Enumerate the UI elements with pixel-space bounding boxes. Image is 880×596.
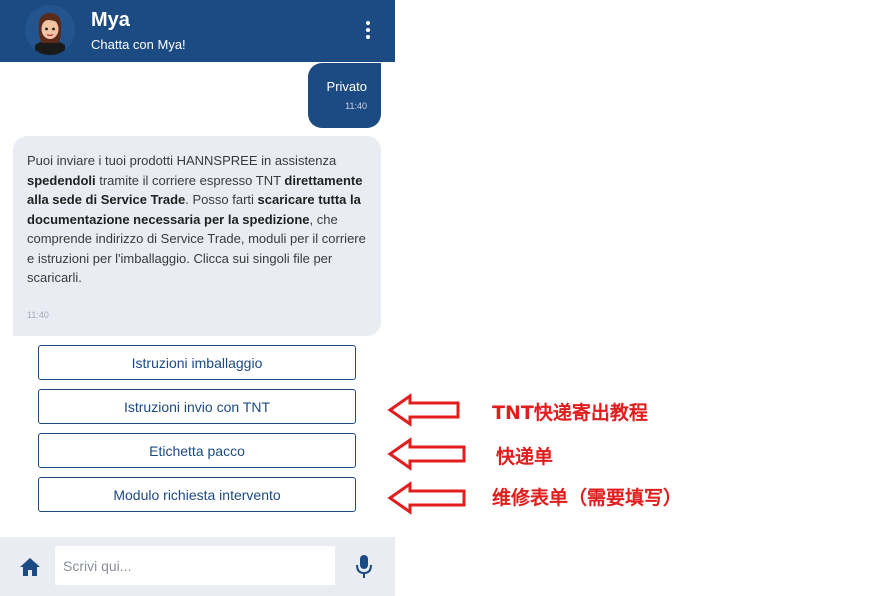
avatar [25, 5, 75, 55]
chat-title: Mya [91, 9, 130, 31]
text-part: tramite il corriere espresso TNT [95, 172, 285, 188]
arrow-left-icon [387, 481, 466, 515]
chat-subtitle: Chatta con Mya! [91, 37, 186, 52]
annotation-repair-form: 维修表单（需要填写） [492, 487, 683, 509]
avatar-illustration [25, 5, 75, 55]
user-message: Privato 11:40 [308, 63, 381, 128]
arrow-left-icon [387, 437, 466, 471]
composer [0, 537, 395, 596]
microphone-icon[interactable] [355, 554, 373, 580]
text-part: . Posso farti [185, 192, 258, 207]
menu-dot [366, 21, 370, 25]
menu-dot [366, 28, 370, 32]
bot-message: Puoi inviare i tuoi prodotti HANNSPREE i… [13, 136, 381, 336]
message-input[interactable] [55, 546, 335, 585]
message-timestamp: 11:40 [27, 310, 49, 320]
arrow-left-icon [387, 393, 460, 427]
text-bold: spedendoli [27, 172, 96, 188]
menu-dot [366, 35, 370, 39]
annotation-shipping-label: 快递单 [496, 446, 554, 468]
more-vertical-icon[interactable] [360, 18, 376, 42]
user-message-text: Privato [326, 79, 367, 94]
option-istruzioni-imballaggio[interactable]: Istruzioni imballaggio [38, 345, 356, 380]
option-etichetta-pacco[interactable]: Etichetta pacco [38, 433, 356, 468]
text-part: Puoi inviare i tuoi prodotti HANNSPREE i… [27, 153, 337, 168]
option-istruzioni-invio-tnt[interactable]: Istruzioni invio con TNT [38, 389, 356, 424]
bot-message-text: Puoi inviare i tuoi prodotti HANNSPREE i… [27, 151, 367, 288]
chat-widget: Mya Chatta con Mya! Privato 11:40 Puoi i… [0, 0, 395, 596]
home-icon[interactable] [18, 555, 42, 579]
chat-header: Mya Chatta con Mya! [0, 0, 395, 62]
message-timestamp: 11:40 [345, 101, 367, 111]
option-modulo-richiesta[interactable]: Modulo richiesta intervento [38, 477, 356, 512]
annotation-tnt-tutorial: TNT快递寄出教程 [492, 402, 648, 424]
